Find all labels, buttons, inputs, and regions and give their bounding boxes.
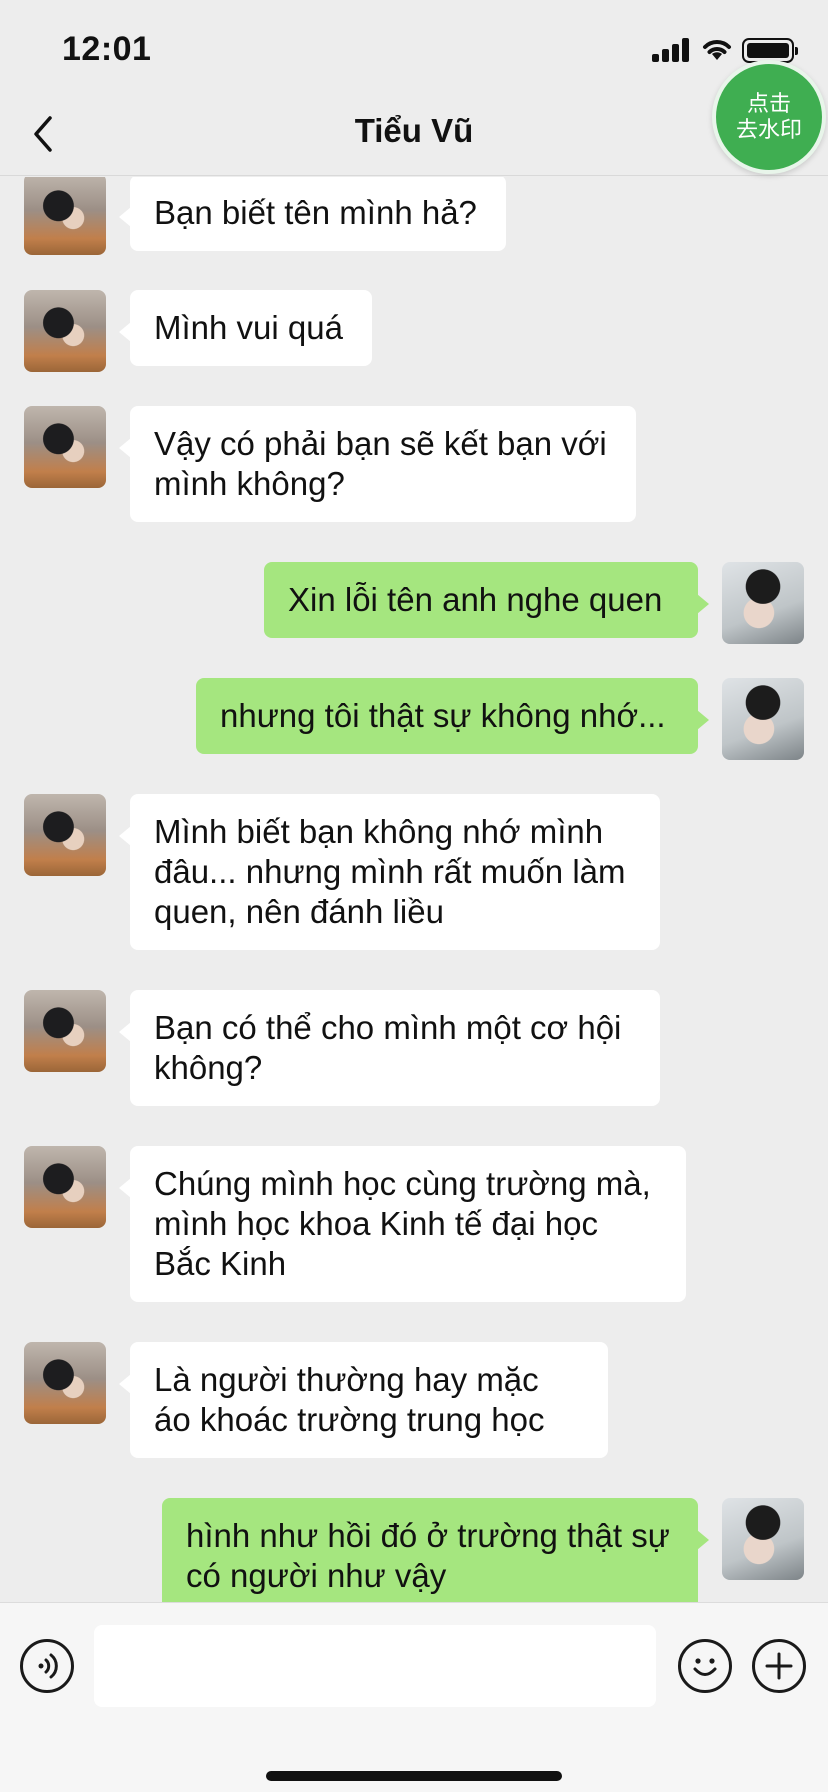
voice-button[interactable] (20, 1639, 74, 1693)
contact-avatar[interactable] (24, 1146, 106, 1228)
page-title: Tiểu Vũ (354, 112, 474, 149)
wifi-icon (703, 40, 731, 60)
outgoing-message: hình như hồi đó ở trường thật sự có ngườ… (162, 1498, 709, 1602)
incoming-message: Vậy có phải bạn sẽ kết bạn với mình khôn… (119, 406, 636, 522)
remove-watermark-label: 点击 去水印 (735, 91, 802, 142)
contact-avatar[interactable] (24, 1342, 106, 1424)
outgoing-message: Xin lỗi tên anh nghe quen (264, 562, 709, 638)
voice-icon (38, 1653, 58, 1679)
plus-icon (765, 1652, 793, 1680)
incoming-message: Mình biết bạn không nhớ mình đâu... nhưn… (119, 794, 660, 950)
signal-icon (652, 38, 692, 62)
my-avatar[interactable] (722, 1498, 804, 1580)
contact-avatar[interactable] (24, 290, 106, 372)
incoming-message: Bạn biết tên mình hả? (119, 177, 506, 251)
my-avatar[interactable] (722, 678, 804, 760)
incoming-message: Là người thường hay mặc áo khoác trường … (119, 1342, 608, 1458)
plus-button[interactable] (752, 1639, 806, 1693)
emoji-icon (693, 1658, 717, 1676)
contact-avatar[interactable] (24, 177, 106, 255)
emoji-button[interactable] (678, 1639, 732, 1693)
outgoing-message: nhưng tôi thật sự không nhớ... (196, 678, 709, 754)
incoming-message: Mình vui quá (119, 290, 372, 366)
status-time: 12:01 (62, 30, 152, 68)
my-avatar[interactable] (722, 562, 804, 644)
input-bar (0, 1602, 828, 1792)
contact-avatar[interactable] (24, 794, 106, 876)
incoming-message: Bạn có thể cho mình một cơ hội không? (119, 990, 660, 1106)
message-input[interactable] (94, 1625, 656, 1707)
status-bar: 12:01 (0, 0, 828, 100)
contact-avatar[interactable] (24, 406, 106, 488)
nav-bar: Tiểu Vũ (0, 100, 828, 176)
contact-avatar[interactable] (24, 990, 106, 1072)
chat-area[interactable]: Bạn biết tên mình hả? Mình vui quá Vậy c… (0, 177, 828, 1602)
remove-watermark-button[interactable]: 点击 去水印 (712, 60, 826, 174)
incoming-message: Chúng mình học cùng trường mà, mình học … (119, 1146, 686, 1302)
home-indicator (266, 1771, 562, 1781)
